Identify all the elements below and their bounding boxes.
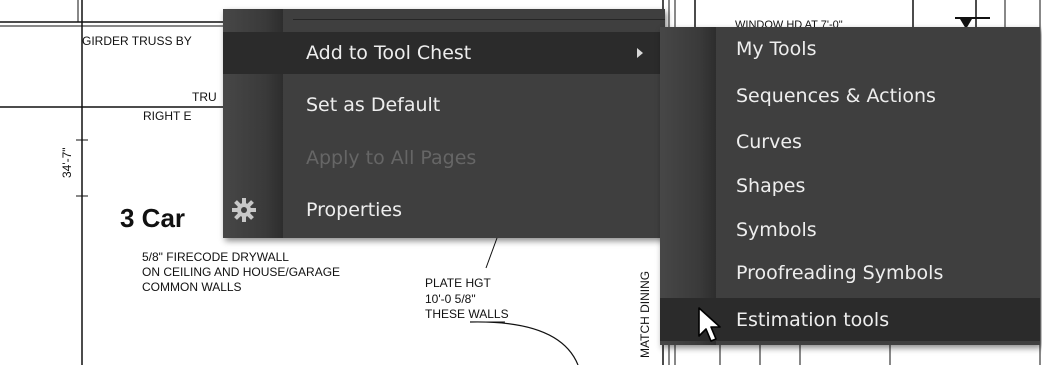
submenu-item-proofreading-symbols[interactable]: Proofreading Symbols <box>660 252 1040 294</box>
match-note: MATCH DINING <box>638 270 652 358</box>
submenu-item-label: My Tools <box>736 38 817 60</box>
drywall-note-line-3: COMMON WALLS <box>142 280 242 294</box>
menu-item-label: Set as Default <box>306 94 441 116</box>
submenu-item-sequences-actions[interactable]: Sequences & Actions <box>660 75 1040 117</box>
menu-item-add-to-tool-chest[interactable]: Add to Tool Chest <box>223 32 665 74</box>
submenu-item-label: Sequences & Actions <box>736 85 936 107</box>
mouse-cursor-icon <box>698 307 721 342</box>
drywall-note-line-2: ON CEILING AND HOUSE/GARAGE <box>142 265 341 279</box>
menu-top-separator <box>293 19 665 20</box>
room-title: 3 Car <box>120 203 186 233</box>
right-note: RIGHT E <box>143 109 192 123</box>
girder-note: GIRDER TRUSS BY <box>82 34 192 48</box>
menu-item-properties[interactable]: Properties <box>223 189 665 231</box>
submenu-item-label: Proofreading Symbols <box>736 262 944 284</box>
plate-note-line-3: THESE WALLS <box>425 307 509 321</box>
menu-item-apply-to-all-pages[interactable]: Apply to All Pages <box>223 137 665 179</box>
menu-item-label: Apply to All Pages <box>306 147 477 169</box>
submenu-item-symbols[interactable]: Symbols <box>660 209 1040 251</box>
submenu-item-curves[interactable]: Curves <box>660 121 1040 163</box>
dimension-label: 34'-7" <box>60 147 74 178</box>
truss-note: TRU <box>192 90 217 104</box>
submenu-item-label: Curves <box>736 131 802 153</box>
menu-item-set-as-default[interactable]: Set as Default <box>223 84 665 126</box>
context-menu: Add to Tool Chest Set as Default Apply t… <box>223 9 665 238</box>
tool-chest-submenu: My Tools Sequences & Actions Curves Shap… <box>660 27 1040 345</box>
plate-note-line-2: 10'-0 5/8" <box>425 292 476 306</box>
submenu-item-label: Estimation tools <box>736 308 890 331</box>
menu-item-label: Properties <box>306 199 403 221</box>
submenu-item-shapes[interactable]: Shapes <box>660 165 1040 207</box>
submenu-item-label: Symbols <box>736 219 817 241</box>
gear-icon <box>232 198 256 222</box>
submenu-arrow-icon <box>637 48 643 58</box>
submenu-item-label: Shapes <box>736 175 806 197</box>
drywall-note-line-1: 5/8" FIRECODE DRYWALL <box>142 250 289 264</box>
menu-item-label: Add to Tool Chest <box>306 42 472 64</box>
submenu-item-my-tools[interactable]: My Tools <box>660 28 1040 70</box>
plate-note-line-1: PLATE HGT <box>425 276 491 290</box>
